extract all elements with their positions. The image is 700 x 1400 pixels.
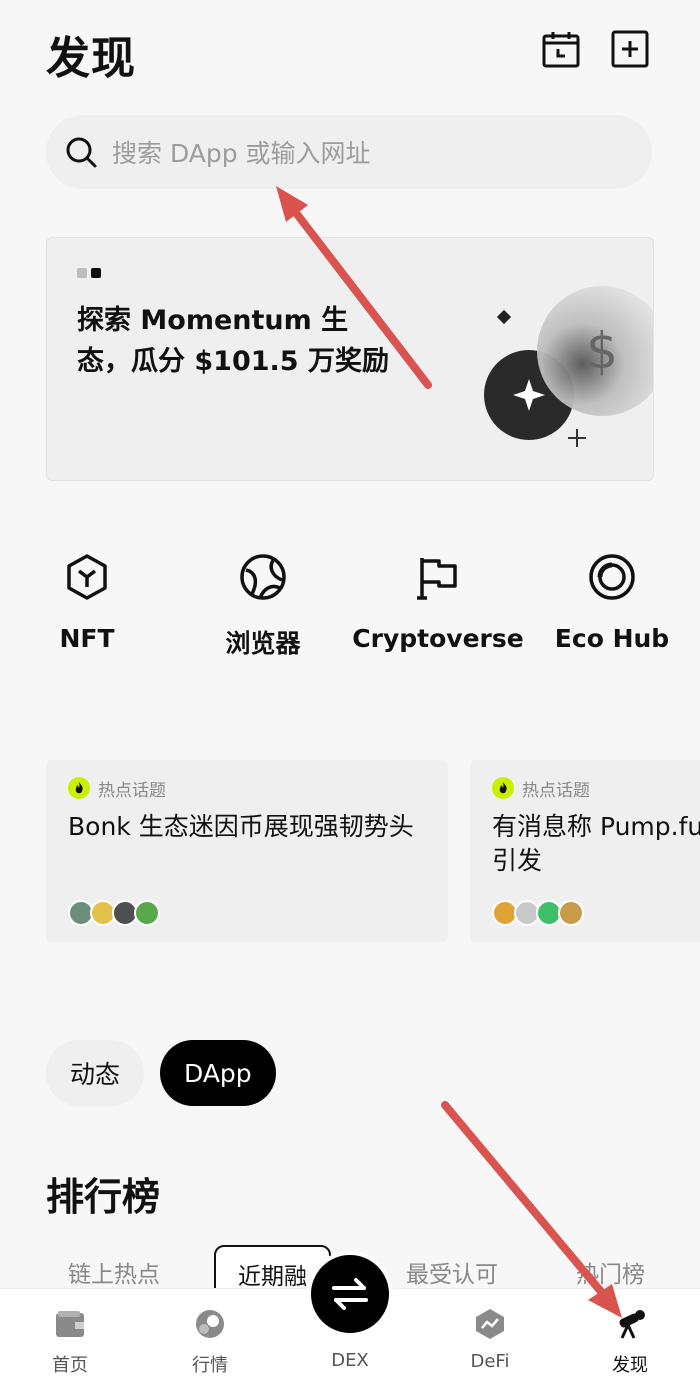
avatar-group [492,900,584,926]
nav-discover[interactable]: 发现 [585,1307,675,1377]
dex-swap-button[interactable] [307,1251,393,1337]
carousel-dot [77,268,87,278]
shortcut-eco-hub[interactable]: Eco Hub [522,550,700,653]
topic-tag: 热点话题 [492,776,700,801]
rank-tab-trending[interactable]: 热门榜 [554,1245,667,1290]
promo-banner[interactable]: 探索 Momentum 生态，瓜分 $101.5 万奖励 $ [46,237,654,481]
topic-card[interactable]: 热点话题 有消息称 Pump.fun 亿估值发币，引发 [470,760,700,942]
flag-icon [417,558,457,600]
globe-icon [240,554,286,600]
shortcut-nft[interactable]: NFT [0,550,177,653]
rank-tab-onchain-hot[interactable]: 链上热点 [46,1245,182,1290]
shortcut-browser[interactable]: 浏览器 [173,550,353,660]
topic-tag-label: 热点话题 [98,780,166,801]
topic-tag-label: 热点话题 [522,780,590,801]
banner-illustration: $ [484,286,653,447]
shortcut-label: Eco Hub [554,624,670,653]
rank-tab-most-recognized[interactable]: 最受认可 [384,1245,520,1290]
nav-label: 首页 [52,1355,88,1376]
add-box-icon[interactable] [611,30,649,68]
nav-label: 行情 [192,1355,228,1376]
nav-label: 发现 [612,1355,648,1376]
feed-tabs: 动态 DApp [46,1040,276,1106]
nav-label-dex: DEX [331,1350,369,1371]
shortcut-row: NFT 浏览器 Cryptoverse Eco Hub [0,550,700,670]
search-bar[interactable]: 搜索 DApp 或输入网址 [46,115,652,189]
avatar-group [68,900,160,926]
topic-title: Bonk 生态迷因币展现强韧势头 [68,812,414,841]
telescope-icon [619,1310,645,1339]
search-placeholder: 搜索 DApp 或输入网址 [112,139,371,168]
topic-tag: 热点话题 [68,776,426,801]
fire-icon [68,777,90,799]
search-icon [66,137,97,168]
topic-title: 有消息称 Pump.fun 亿估值发币，引发 [492,812,700,875]
nav-market[interactable]: 行情 [165,1307,255,1377]
nav-defi[interactable]: DeFi [445,1307,535,1372]
defi-icon [476,1309,504,1339]
avatar [558,900,584,926]
topic-card[interactable]: 热点话题 Bonk 生态迷因币展现强韧势头 [46,760,448,942]
header: 发现 [0,0,700,100]
fire-icon [492,777,514,799]
nav-label: DeFi [470,1351,510,1372]
shortcut-cryptoverse[interactable]: Cryptoverse [348,550,528,653]
tab-activity[interactable]: 动态 [46,1040,145,1106]
cube-icon [67,554,107,600]
ranking-title: 排行榜 [46,1175,161,1219]
shortcut-label: 浏览器 [225,629,301,658]
carousel-dot-active [91,268,101,278]
carousel-dots [77,268,101,278]
swap-icon [332,1278,368,1310]
page-title: 发现 [46,33,136,84]
shortcut-label: Cryptoverse [352,624,524,653]
nav-home[interactable]: 首页 [25,1307,115,1377]
tab-dapp[interactable]: DApp [160,1040,276,1106]
circle-target-icon [589,554,635,600]
chart-icon [196,1310,224,1338]
calendar-icon[interactable] [542,30,580,68]
wallet-icon [56,1311,84,1337]
shortcut-label: NFT [59,624,115,653]
avatar [134,900,160,926]
banner-text: 探索 Momentum 生态，瓜分 $101.5 万奖励 [77,305,389,377]
svg-text:$: $ [586,322,618,380]
